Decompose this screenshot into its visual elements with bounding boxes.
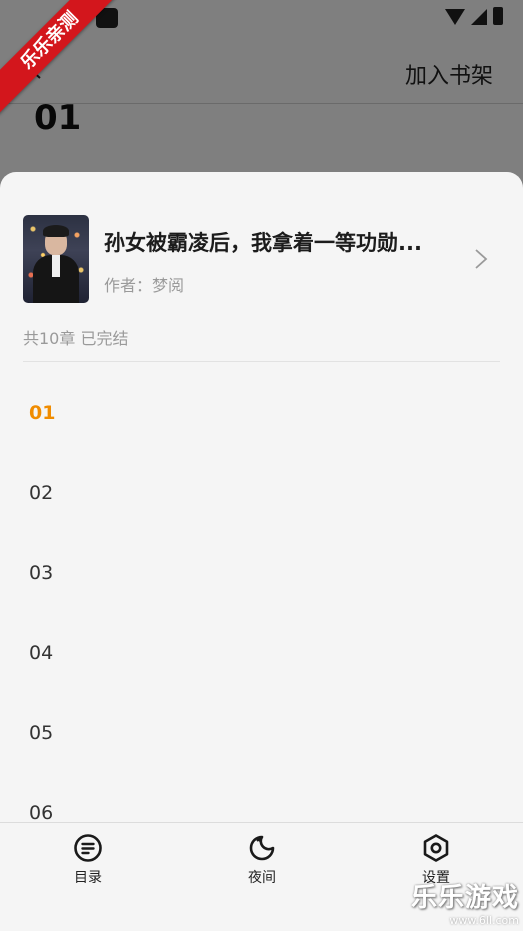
- chapter-item-05[interactable]: 05: [29, 722, 53, 744]
- corner-watermark-title: 乐乐游戏: [410, 883, 519, 913]
- gear-icon: [423, 834, 449, 862]
- list-icon: [74, 834, 102, 862]
- chapter-count: 共10章 已完结: [23, 329, 129, 348]
- chapter-item-06[interactable]: 06: [29, 802, 53, 824]
- chapter-sheet: 孙女被霸凌后，我拿着一等功勋... 作者：梦阅 共10章 已完结 01 02 0…: [0, 172, 523, 931]
- book-cover-image: [23, 215, 89, 303]
- toc-label: 目录: [74, 870, 102, 886]
- moon-icon: [249, 835, 275, 861]
- night-mode-button[interactable]: 夜间: [232, 833, 292, 887]
- corner-watermark: 乐乐游戏 www.6ll.com: [411, 877, 519, 927]
- corner-watermark-url: www.6ll.com: [449, 914, 519, 927]
- chapter-list: 01 02 03 04 05 06: [0, 362, 523, 824]
- book-title: 孙女被霸凌后，我拿着一等功勋...: [104, 231, 422, 255]
- ribbon-watermark-text: 乐乐亲测: [0, 0, 120, 116]
- book-info-card[interactable]: 孙女被霸凌后，我拿着一等功勋... 作者：梦阅: [0, 172, 523, 303]
- chapter-item-02[interactable]: 02: [29, 482, 53, 504]
- ribbon-watermark: 乐乐亲测: [0, 0, 120, 120]
- chevron-right-icon[interactable]: [474, 248, 488, 270]
- book-author: 作者：梦阅: [104, 276, 185, 295]
- night-label: 夜间: [248, 870, 276, 886]
- chapter-item-03[interactable]: 03: [29, 562, 53, 584]
- toc-button[interactable]: 目录: [58, 833, 118, 887]
- chapter-item-01[interactable]: 01: [29, 402, 55, 424]
- chapter-item-04[interactable]: 04: [29, 642, 53, 664]
